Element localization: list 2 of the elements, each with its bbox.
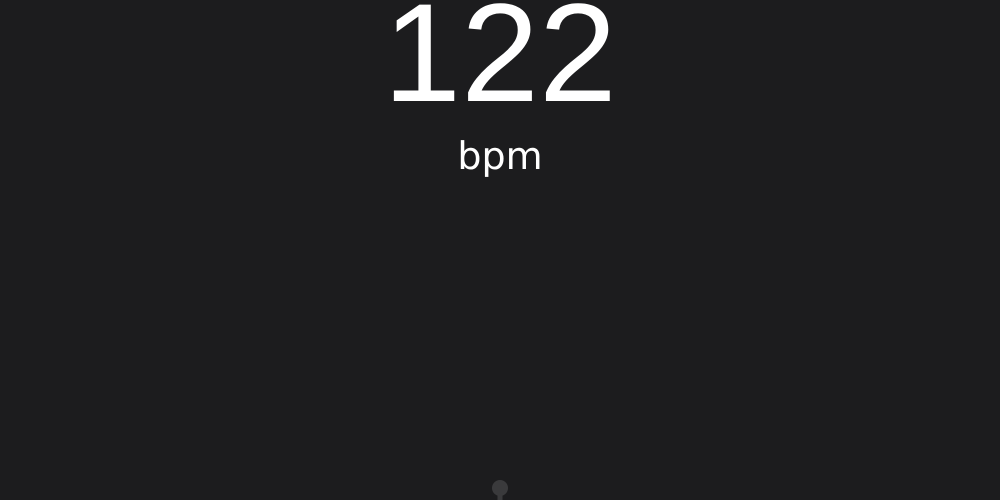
tempo-unit: bpm xyxy=(457,134,543,178)
tempo-value: 122 xyxy=(383,0,617,112)
